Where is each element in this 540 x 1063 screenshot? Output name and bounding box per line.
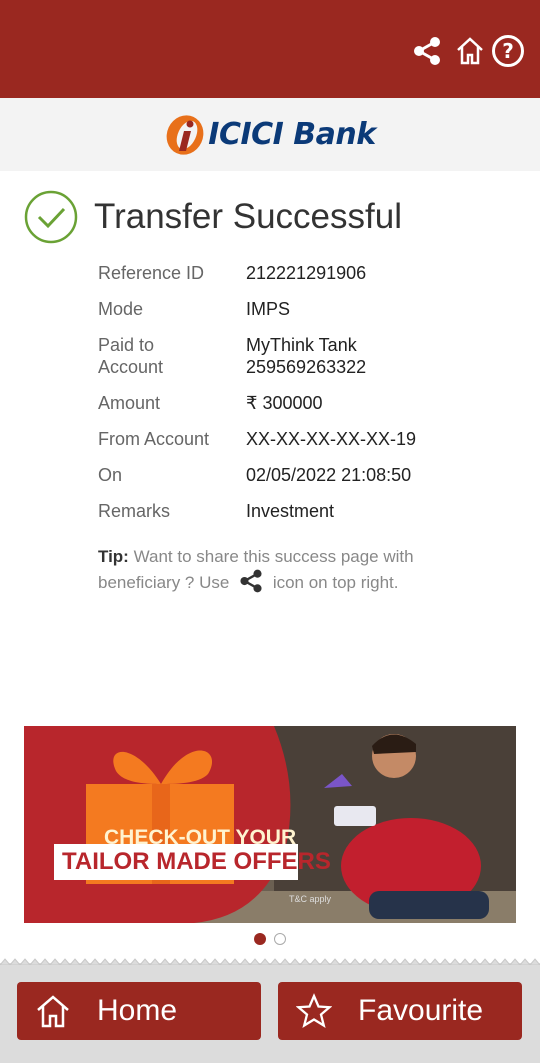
detail-value: MyThink Tank 259569263322 (246, 335, 367, 377)
top-app-bar: ? (0, 0, 540, 98)
tip-text-after: icon on top right. (272, 573, 399, 592)
bottom-action-bar: Home Favourite (0, 958, 540, 1063)
carousel-indicator (0, 933, 540, 945)
icici-bank-logo: ICICI Bank (164, 113, 376, 157)
detail-row-reference: Reference ID 212221291906 (98, 262, 518, 284)
banner-line1: CHECK-OUT YOUR (104, 826, 297, 849)
status-title: Transfer Successful (94, 197, 402, 236)
detail-row-from-account: From Account XX-XX-XX-XX-XX-19 (98, 428, 518, 450)
home-button-label: Home (97, 994, 178, 1027)
icici-logo-mark-icon (166, 114, 204, 155)
detail-row-remarks: Remarks Investment (98, 500, 518, 522)
banner-artwork (24, 726, 516, 923)
home-icon[interactable] (452, 33, 488, 69)
detail-label: From Account (98, 429, 210, 449)
banner-line2: TAILOR MADE OFFERS (62, 848, 331, 875)
carousel-dot-active[interactable] (254, 933, 266, 945)
detail-label: On (98, 465, 123, 485)
detail-label: Mode (98, 299, 144, 319)
footer-edge-divider (0, 958, 540, 965)
detail-row-mode: Mode IMPS (98, 298, 518, 320)
home-button[interactable]: Home (17, 982, 261, 1040)
detail-label: Reference ID (98, 263, 205, 283)
detail-value: 02/05/2022 21:08:50 (246, 465, 412, 485)
detail-value: Investment (246, 501, 335, 521)
detail-label: Amount (98, 393, 161, 413)
detail-row-paid-to: Paid to Account MyThink Tank 25956926332… (98, 334, 518, 378)
help-icon[interactable]: ? (490, 33, 526, 69)
star-icon (296, 993, 332, 1028)
transfer-details: Reference ID 212221291906 Mode IMPS Paid… (98, 262, 518, 536)
banner-terms: T&C apply (289, 894, 332, 904)
favourite-button[interactable]: Favourite (278, 982, 522, 1040)
brand-header: ICICI Bank (0, 98, 540, 171)
share-icon (238, 568, 264, 600)
detail-row-date: On 02/05/2022 21:08:50 (98, 464, 518, 486)
detail-value: IMPS (246, 299, 291, 319)
logo-text: ICICI Bank (208, 117, 376, 152)
transfer-status: Transfer Successful (24, 190, 402, 244)
favourite-button-label: Favourite (358, 994, 484, 1027)
share-icon[interactable] (409, 33, 445, 69)
detail-label: Remarks (98, 501, 171, 521)
check-circle-icon (24, 190, 78, 244)
detail-label: Paid to Account (98, 335, 164, 377)
share-tip: Tip: Want to share this success page wit… (98, 545, 498, 600)
detail-value: XX-XX-XX-XX-XX-19 (246, 429, 417, 449)
home-icon (37, 995, 69, 1028)
offers-banner[interactable]: CHECK-OUT YOUR TAILOR MADE OFFERS T&C ap… (24, 726, 516, 923)
detail-row-amount: Amount ₹ 300000 (98, 392, 518, 414)
detail-value: ₹ 300000 (246, 393, 323, 413)
svg-text:?: ? (502, 39, 514, 63)
carousel-dot[interactable] (274, 933, 286, 945)
tip-label: Tip: (98, 547, 129, 566)
detail-value: 212221291906 (246, 263, 367, 283)
